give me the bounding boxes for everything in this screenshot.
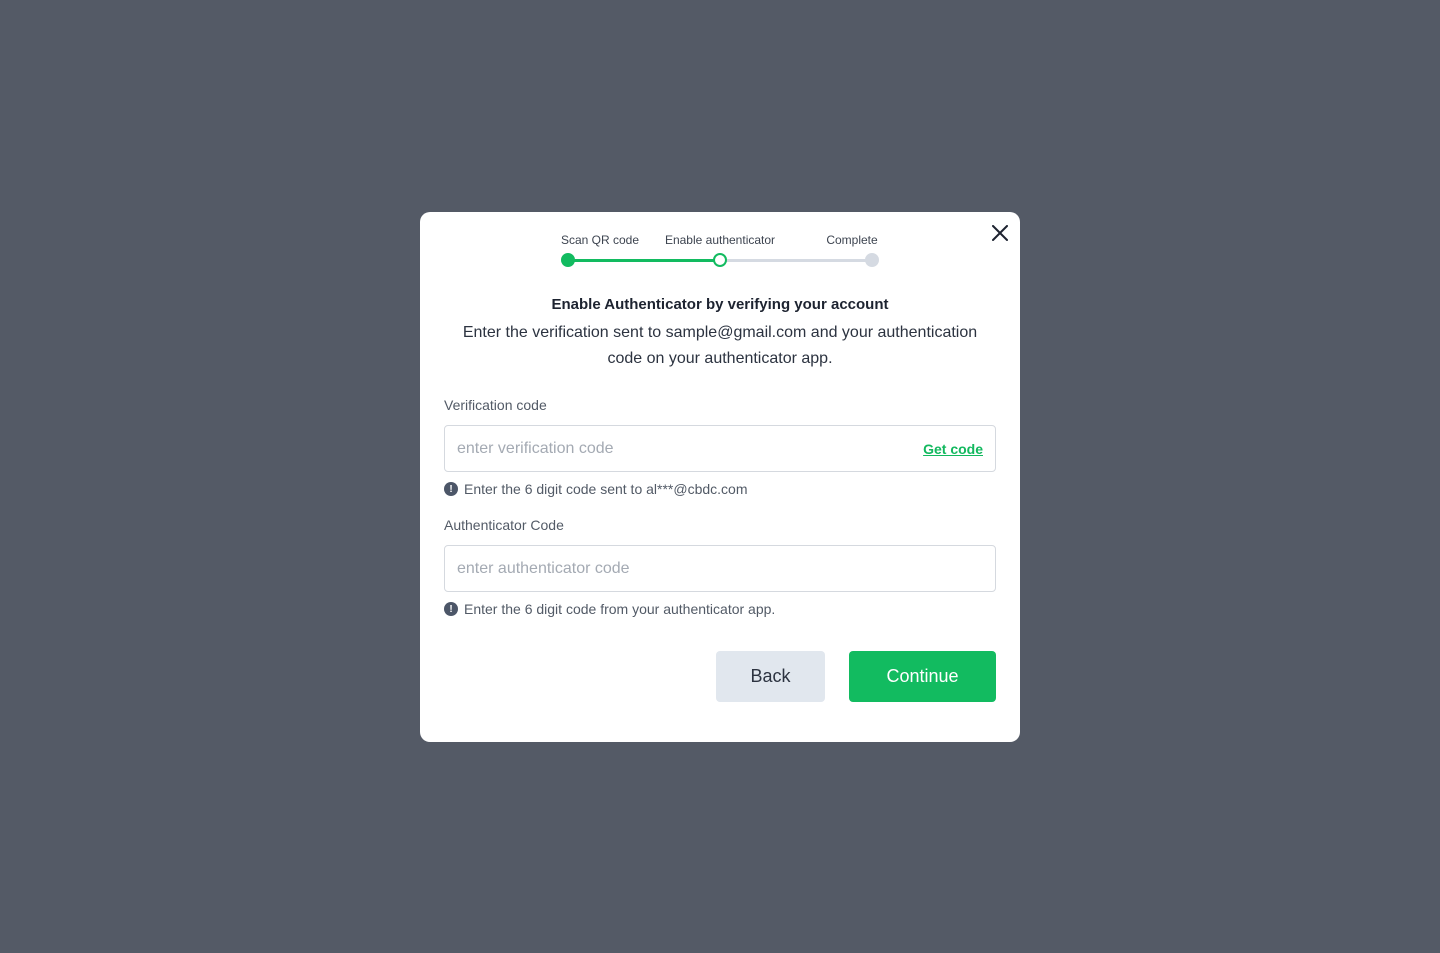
- get-code-link[interactable]: Get code: [923, 441, 983, 457]
- step-label-enable-authenticator: Enable authenticator: [664, 233, 776, 247]
- continue-button[interactable]: Continue: [849, 651, 996, 702]
- step-dot-pending: [865, 253, 879, 267]
- authenticator-code-label: Authenticator Code: [444, 517, 564, 533]
- authenticator-hint-text: Enter the 6 digit code from your authent…: [464, 601, 776, 617]
- step-dot-current: [713, 253, 727, 267]
- enable-authenticator-modal: Scan QR code Enable authenticator Comple…: [420, 212, 1020, 742]
- step-label-scan-qr: Scan QR code: [560, 233, 640, 247]
- back-button[interactable]: Back: [716, 651, 825, 702]
- verification-code-input[interactable]: [457, 439, 924, 458]
- authenticator-code-input[interactable]: [457, 559, 983, 578]
- step-progress-line-pending: [720, 258, 872, 262]
- verification-code-field: Get code: [444, 425, 996, 472]
- step-label-complete: Complete: [826, 233, 878, 247]
- step-progress-line-done: [568, 258, 720, 262]
- exclamation-circle-icon: !: [444, 602, 458, 616]
- exclamation-circle-icon: !: [444, 482, 458, 496]
- verification-code-label: Verification code: [444, 397, 547, 413]
- progress-stepper: Scan QR code Enable authenticator Comple…: [420, 212, 1020, 272]
- authenticator-code-field: [444, 545, 996, 592]
- step-dot-done: [561, 253, 575, 267]
- verification-hint-text: Enter the 6 digit code sent to al***@cbd…: [464, 481, 748, 497]
- modal-description: Enter the verification sent to sample@gm…: [462, 324, 978, 367]
- modal-heading: Enable Authenticator by verifying your a…: [551, 296, 889, 313]
- verification-hint: ! Enter the 6 digit code sent to al***@c…: [444, 481, 747, 497]
- authenticator-hint: ! Enter the 6 digit code from your authe…: [444, 601, 775, 617]
